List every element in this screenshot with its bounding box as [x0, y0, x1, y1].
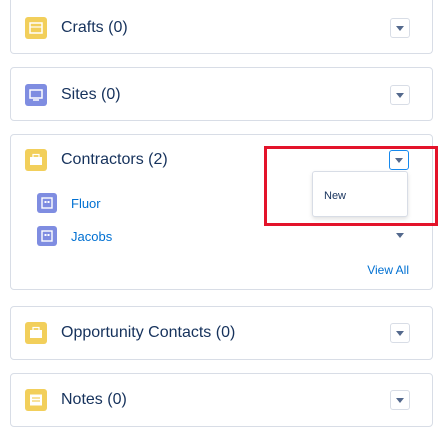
chevron-down-icon: [396, 92, 404, 98]
sites-menu-button[interactable]: [390, 85, 410, 105]
crafts-title[interactable]: Crafts (0): [61, 19, 128, 37]
view-all-contractors-link[interactable]: View All: [367, 263, 409, 277]
opportunity-contacts-title[interactable]: Opportunity Contacts (0): [61, 324, 235, 342]
contractor-link-jacobs[interactable]: Jacobs: [71, 229, 112, 244]
opportunity-contacts-object-icon: [25, 322, 47, 344]
opportunity-contacts-menu-button[interactable]: [390, 323, 410, 343]
contractor-link-fluor[interactable]: Fluor: [71, 196, 101, 211]
account-glyph: [41, 230, 53, 242]
contractor-icon: [30, 153, 42, 165]
account-icon: [37, 193, 57, 213]
account-glyph: [41, 197, 53, 209]
account-icon: [37, 226, 57, 246]
site-icon: [29, 89, 43, 101]
jacobs-row-menu-button[interactable]: [390, 225, 410, 245]
crafts-menu-button[interactable]: [390, 18, 410, 38]
crafts-header: Crafts (0): [25, 15, 128, 41]
contact-icon: [30, 326, 42, 338]
note-icon: [30, 394, 42, 406]
notes-title[interactable]: Notes (0): [61, 391, 127, 409]
sites-header: Sites (0): [25, 82, 121, 108]
notes-object-icon: [25, 389, 47, 411]
related-lists-panel: Crafts (0) Sites (0) Contractors (2) Flu…: [0, 0, 445, 436]
contractors-object-icon: [25, 149, 47, 171]
opportunity-contacts-header: Opportunity Contacts (0): [25, 320, 235, 346]
highlight-box: [264, 146, 438, 226]
notes-menu-button[interactable]: [390, 390, 410, 410]
contractor-record-fluor: Fluor: [37, 193, 101, 213]
chevron-down-icon: [396, 25, 404, 31]
chevron-down-icon: [396, 397, 404, 403]
sites-object-icon: [25, 84, 47, 106]
notes-header: Notes (0): [25, 387, 127, 413]
contractors-header: Contractors (2): [25, 147, 168, 173]
sites-title[interactable]: Sites (0): [61, 86, 121, 104]
chevron-down-icon: [396, 330, 404, 336]
contractor-record-jacobs: Jacobs: [37, 226, 112, 246]
contractors-title[interactable]: Contractors (2): [61, 151, 168, 169]
crafts-object-icon: [25, 17, 47, 39]
crafts-icon: [29, 22, 43, 34]
chevron-down-icon: [396, 232, 404, 238]
